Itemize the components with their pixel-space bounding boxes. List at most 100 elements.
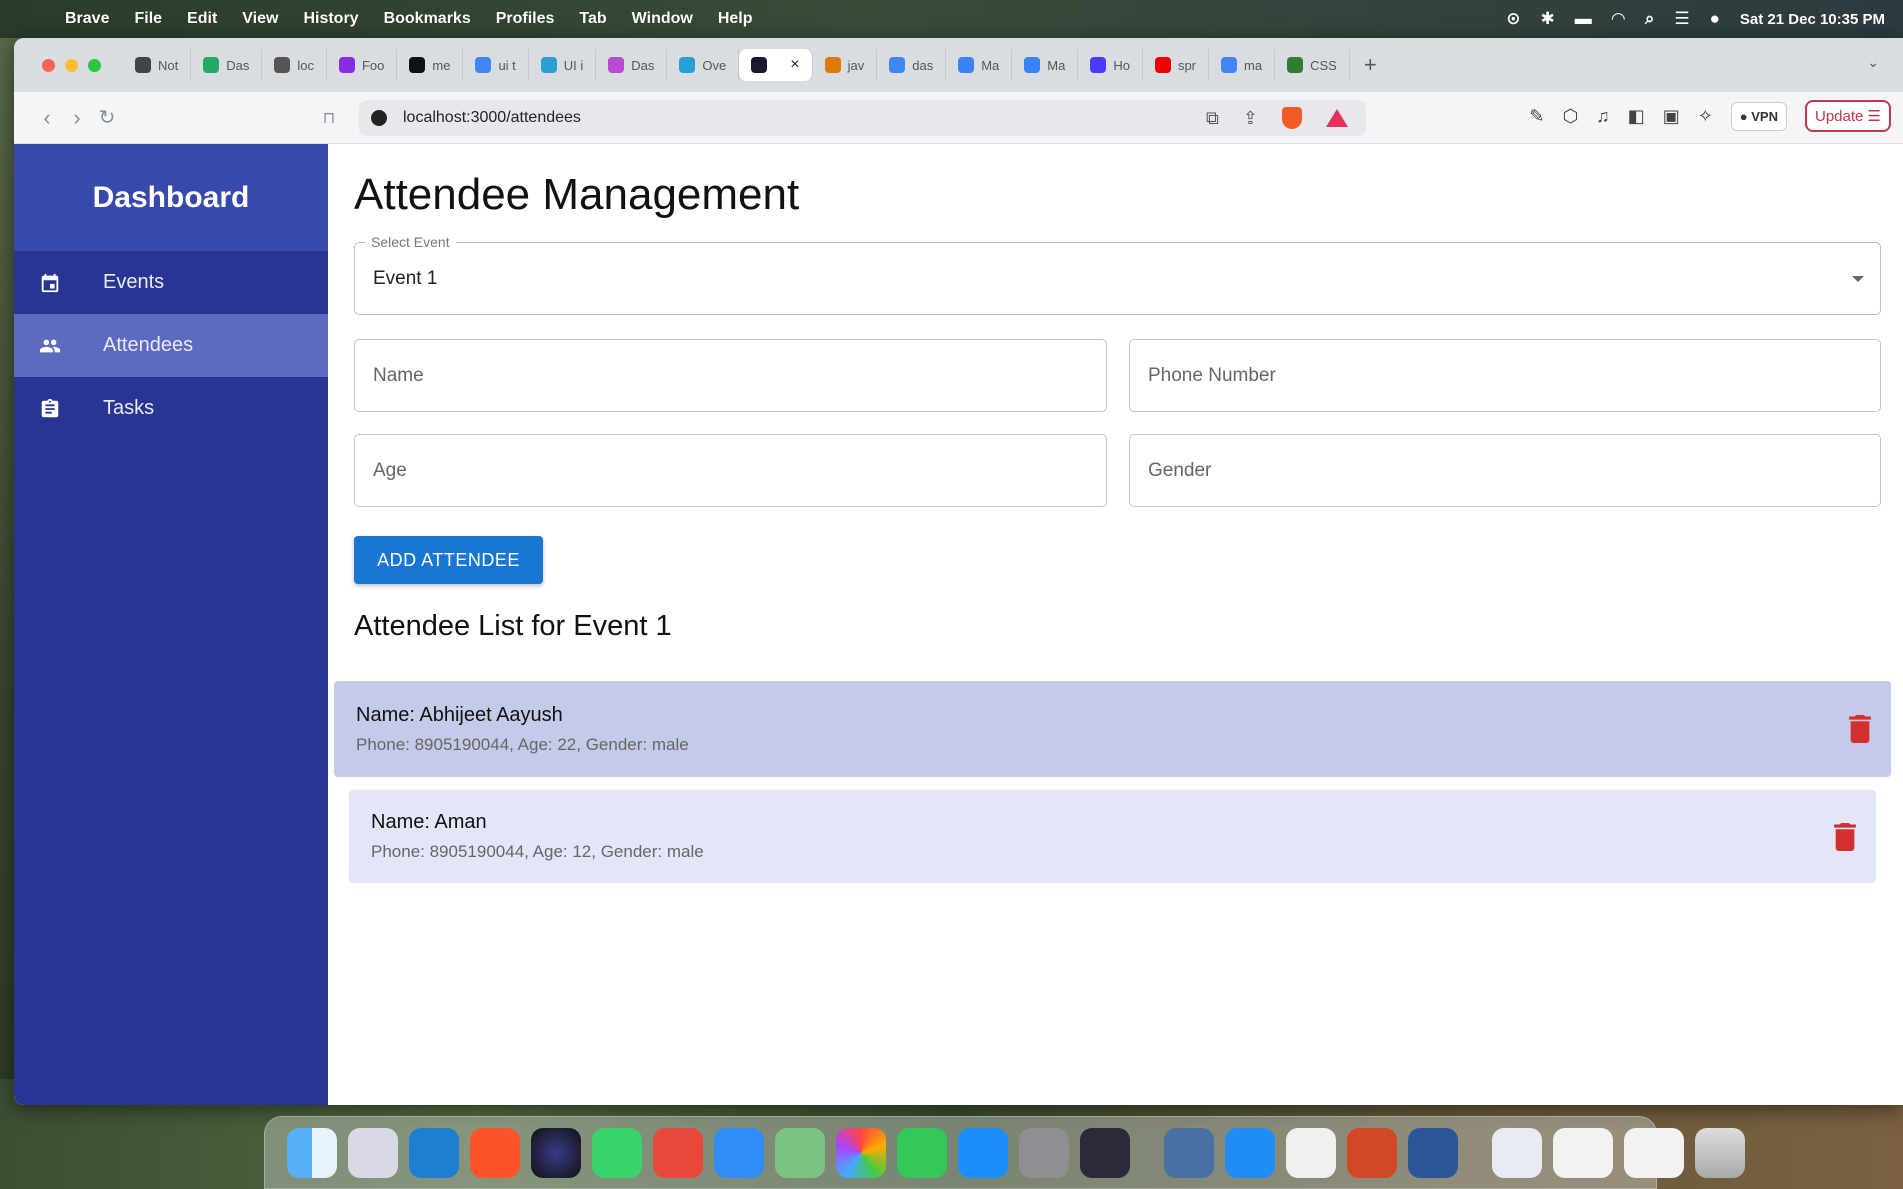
menu-bookmarks[interactable]: Bookmarks xyxy=(384,10,471,28)
minimize-window-icon[interactable] xyxy=(65,58,78,72)
tab[interactable]: Foo xyxy=(327,49,398,81)
tab[interactable]: loc xyxy=(262,49,327,81)
maximize-window-icon[interactable] xyxy=(88,58,101,72)
sidebar-item-events[interactable]: Events xyxy=(14,251,328,314)
finder-icon[interactable] xyxy=(287,1127,337,1178)
maps-icon[interactable] xyxy=(775,1127,825,1178)
facetime-icon[interactable] xyxy=(897,1127,947,1178)
tab[interactable]: Das xyxy=(596,49,668,81)
tab[interactable]: UI i xyxy=(529,49,597,81)
brave-icon[interactable] xyxy=(470,1127,520,1178)
powerpoint-icon[interactable] xyxy=(1347,1127,1397,1178)
forward-icon[interactable]: › xyxy=(62,105,92,131)
url-text[interactable]: localhost:3000/attendees xyxy=(403,109,581,127)
tab[interactable]: Das xyxy=(191,49,263,81)
menu-app-name[interactable]: Brave xyxy=(65,10,109,28)
menu-window[interactable]: Window xyxy=(632,10,693,28)
mail-icon[interactable] xyxy=(714,1127,764,1178)
photos-icon[interactable] xyxy=(836,1127,886,1178)
add-attendee-button[interactable]: ADD ATTENDEE xyxy=(354,536,543,584)
safari-icon[interactable] xyxy=(1225,1127,1275,1178)
age-field[interactable]: Age xyxy=(354,434,1107,507)
menu-help[interactable]: Help xyxy=(718,10,753,28)
control-center-icon[interactable]: ☰ xyxy=(1674,9,1689,29)
messages-icon[interactable] xyxy=(592,1127,642,1178)
chrome-icon[interactable] xyxy=(1286,1127,1336,1178)
tab[interactable]: das xyxy=(877,49,947,81)
word-icon[interactable] xyxy=(1408,1127,1458,1178)
close-window-icon[interactable] xyxy=(42,58,55,72)
overview-icon xyxy=(679,57,696,73)
tab[interactable]: me xyxy=(397,49,464,81)
share-icon[interactable]: ⇪ xyxy=(1243,108,1258,129)
search-icon[interactable]: ⌕ xyxy=(1645,9,1655,29)
wifi-icon[interactable]: ◠ xyxy=(1612,9,1625,29)
site-info-icon[interactable] xyxy=(371,110,387,126)
open-external-icon[interactable]: ⧉ xyxy=(1206,108,1219,129)
tab[interactable]: CSS xyxy=(1275,49,1350,81)
tab[interactable]: × xyxy=(739,49,813,81)
wallet-icon[interactable]: ▣ xyxy=(1663,106,1680,127)
menu-edit[interactable]: Edit xyxy=(187,10,217,28)
trash-icon[interactable] xyxy=(1695,1127,1745,1178)
update-button[interactable]: Update ☰ xyxy=(1805,100,1891,132)
vpn-button[interactable]: ● VPN xyxy=(1730,101,1787,131)
battery-icon[interactable]: ▬ xyxy=(1575,9,1592,29)
app-store-icon[interactable] xyxy=(958,1127,1008,1178)
leo-icon[interactable]: ✧ xyxy=(1698,106,1713,127)
siri-app-icon[interactable] xyxy=(531,1127,581,1178)
close-tab-icon[interactable]: × xyxy=(790,56,799,74)
chevron-down-icon[interactable]: ⌄ xyxy=(1867,54,1879,71)
tab[interactable]: Ho xyxy=(1078,49,1143,81)
minimized-window-icon[interactable] xyxy=(1553,1127,1613,1178)
siri-icon[interactable]: ● xyxy=(1710,9,1720,29)
music-icon[interactable]: ♫ xyxy=(1596,106,1610,127)
vscode-icon[interactable] xyxy=(409,1127,459,1178)
address-bar[interactable]: localhost:3000/attendees ⧉ ⇪ xyxy=(359,100,1366,136)
event-select[interactable]: Select Event Event 1 xyxy=(354,234,1881,315)
tab[interactable]: Not xyxy=(123,49,192,81)
minimized-window-icon[interactable] xyxy=(1624,1127,1684,1178)
menu-file[interactable]: File xyxy=(134,10,162,28)
new-tab-icon[interactable]: + xyxy=(1364,52,1377,78)
eyedropper-icon[interactable]: ✎ xyxy=(1529,106,1544,127)
iphone-mirroring-icon[interactable] xyxy=(1080,1127,1130,1178)
menu-profiles[interactable]: Profiles xyxy=(496,10,555,28)
name-field[interactable]: Name xyxy=(354,339,1107,412)
menu-tab[interactable]: Tab xyxy=(579,10,606,28)
play-icon[interactable]: ⊙ xyxy=(1506,9,1520,29)
reload-icon[interactable]: ↻ xyxy=(92,105,122,130)
sidebar-item-tasks[interactable]: Tasks xyxy=(14,377,328,440)
anydesk-icon[interactable] xyxy=(653,1127,703,1178)
menu-view[interactable]: View xyxy=(242,10,278,28)
system-settings-icon[interactable] xyxy=(1019,1127,1069,1178)
list-item[interactable]: Name: Aman Phone: 8905190044, Age: 12, G… xyxy=(349,790,1876,883)
age-placeholder: Age xyxy=(373,459,407,481)
delete-icon[interactable] xyxy=(1834,822,1856,851)
tab[interactable]: spr xyxy=(1143,49,1210,81)
sidebar-item-attendees[interactable]: Attendees xyxy=(14,314,328,377)
document-icon[interactable] xyxy=(1492,1127,1542,1178)
tab[interactable]: jav xyxy=(813,49,878,81)
clock[interactable]: Sat 21 Dec 10:35 PM xyxy=(1740,11,1885,28)
launchpad-icon[interactable] xyxy=(348,1127,398,1178)
tab[interactable]: Ove xyxy=(667,49,740,81)
gender-field[interactable]: Gender xyxy=(1129,434,1881,507)
dashboard-icon xyxy=(203,57,220,73)
bluetooth-icon[interactable]: ✱ xyxy=(1541,9,1555,29)
tab[interactable]: ui t xyxy=(463,49,529,81)
brave-shields-icon[interactable] xyxy=(1282,107,1302,129)
preview-icon[interactable] xyxy=(1164,1127,1214,1178)
brave-rewards-icon[interactable] xyxy=(1326,109,1348,127)
phone-number-field[interactable]: Phone Number xyxy=(1129,339,1881,412)
bookmark-icon[interactable]: ⊓ xyxy=(314,108,344,128)
tab[interactable]: Ma xyxy=(1012,49,1079,81)
sidebar-toggle-icon[interactable]: ◧ xyxy=(1628,106,1645,127)
menu-history[interactable]: History xyxy=(303,10,358,28)
back-icon[interactable]: ‹ xyxy=(32,105,62,131)
list-item[interactable]: Name: Abhijeet Aayush Phone: 8905190044,… xyxy=(334,681,1891,777)
delete-icon[interactable] xyxy=(1849,715,1871,743)
tab[interactable]: ma xyxy=(1209,49,1276,81)
tab[interactable]: Ma xyxy=(946,49,1013,81)
extensions-icon[interactable]: ⬡ xyxy=(1562,106,1578,127)
